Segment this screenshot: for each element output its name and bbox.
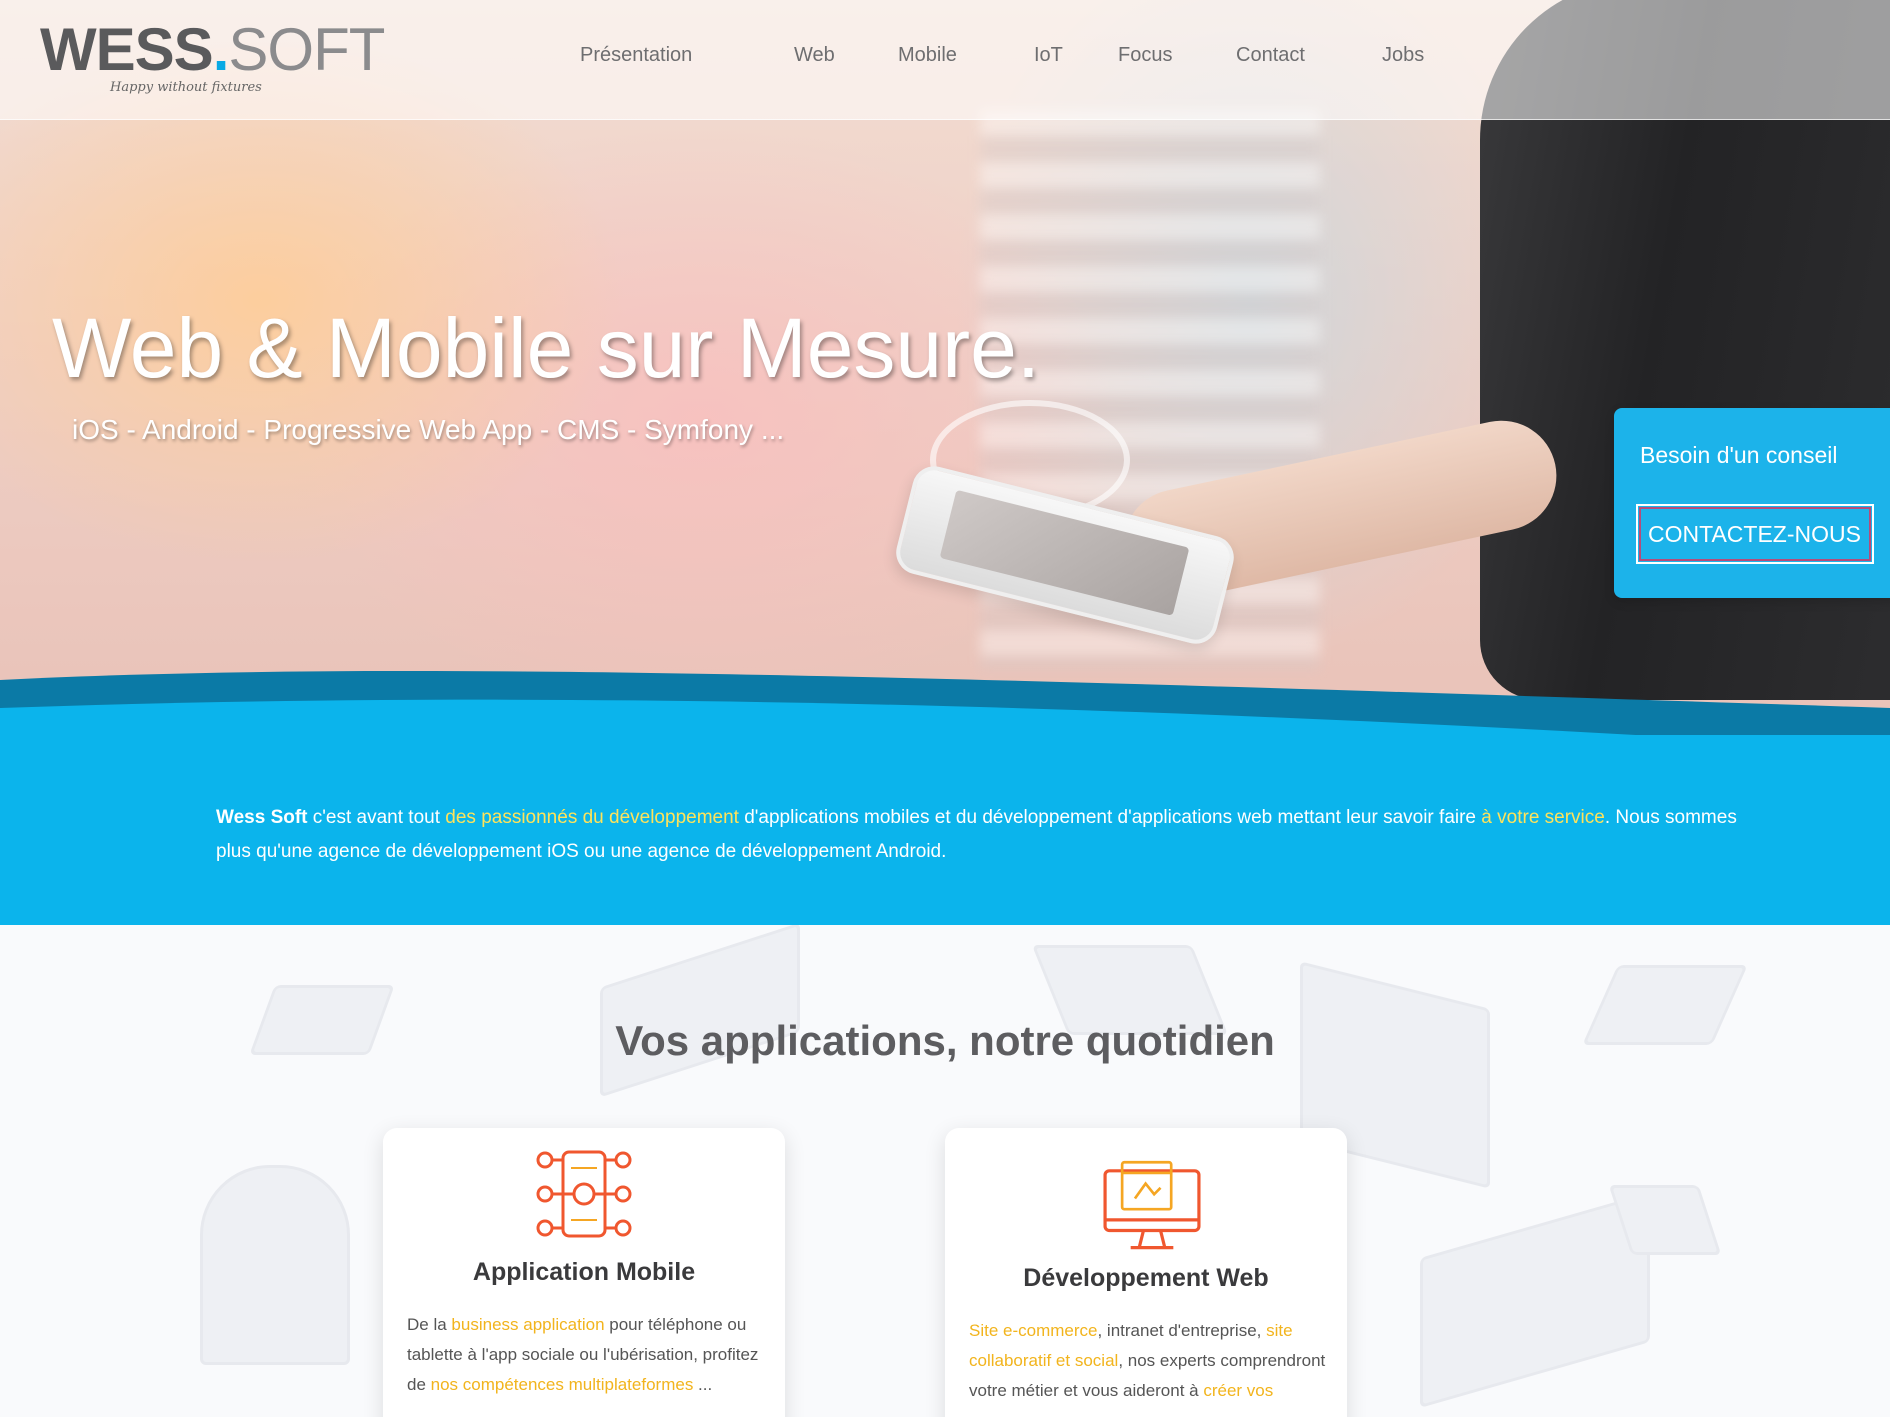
isometric-decoration xyxy=(1420,1192,1650,1408)
contact-callout-label: Besoin d'un conseil xyxy=(1640,442,1838,468)
service-card-description: Site e-commerce, intranet d'entreprise, … xyxy=(969,1321,1326,1400)
isometric-decoration xyxy=(200,1165,350,1365)
link-business-application[interactable]: business application xyxy=(451,1315,604,1334)
intro-band: Wess Soft c'est avant tout des passionné… xyxy=(0,735,1890,925)
intro-link-service[interactable]: à votre service xyxy=(1481,807,1605,828)
contact-callout: Besoin d'un conseil CONTACTEZ-NOUS xyxy=(1614,408,1890,598)
service-card-title: Développement Web xyxy=(1023,1264,1269,1292)
nav-item-presentation[interactable]: Présentation xyxy=(580,44,794,74)
mobile-app-icon xyxy=(536,1150,632,1238)
nav-item-contact[interactable]: Contact xyxy=(1236,44,1382,74)
intro-text: Wess Soft c'est avant tout des passionné… xyxy=(216,807,1737,862)
link-creer-vos[interactable]: créer vos xyxy=(1203,1381,1273,1400)
services-title: Vos applications, notre quotidien xyxy=(615,1017,1275,1064)
service-card-web[interactable]: Développement Web Site e-commerce, intra… xyxy=(945,1128,1347,1417)
intro-link-passionnes[interactable]: des passionnés du développement xyxy=(445,807,739,828)
service-card-description: De la business application pour téléphon… xyxy=(407,1315,759,1394)
nav-item-web[interactable]: Web xyxy=(794,44,898,74)
hero-title: Web & Mobile sur Mesure. xyxy=(52,301,1041,395)
web-monitor-icon xyxy=(1103,1160,1201,1250)
main-nav: Présentation Web Mobile IoT Focus Contac… xyxy=(580,44,1462,74)
isometric-decoration xyxy=(600,925,800,1098)
hero-subtitle: iOS - Android - Progressive Web App - CM… xyxy=(72,414,785,445)
site-header: WESS.SOFT Happy without fixtures Présent… xyxy=(0,0,1890,120)
contact-us-button[interactable]: CONTACTEZ-NOUS xyxy=(1636,504,1874,564)
nav-item-mobile[interactable]: Mobile xyxy=(898,44,1034,74)
nav-item-focus[interactable]: Focus xyxy=(1118,44,1236,74)
nav-item-iot[interactable]: IoT xyxy=(1034,44,1118,74)
link-site-ecommerce[interactable]: Site e-commerce xyxy=(969,1321,1097,1340)
site-logo[interactable]: WESS.SOFT Happy without fixtures xyxy=(40,16,385,100)
services-section: Vos applications, notre quotidien Applic… xyxy=(0,925,1890,1417)
service-card-mobile[interactable]: Application Mobile De la business applic… xyxy=(383,1128,785,1417)
service-card-title: Application Mobile xyxy=(472,1258,696,1286)
logo-wordmark: WESS.SOFT xyxy=(40,16,385,83)
nav-item-jobs[interactable]: Jobs xyxy=(1382,44,1462,74)
link-competences-multiplateformes[interactable]: nos compétences multiplateformes xyxy=(431,1375,694,1394)
